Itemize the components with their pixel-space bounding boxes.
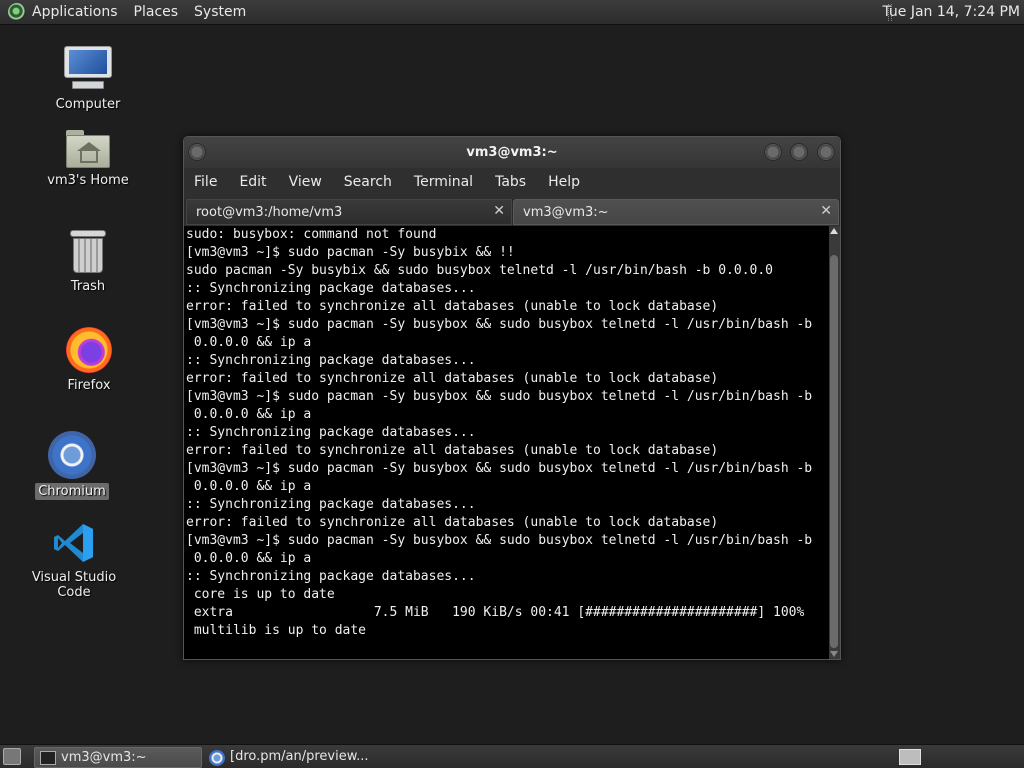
desktop-icon-vscode[interactable]: Visual Studio Code: [14, 521, 134, 601]
menu-view[interactable]: View: [289, 174, 322, 190]
chromium-icon: [48, 431, 96, 479]
taskbar-item-chromium[interactable]: [dro.pm/an/preview...: [204, 747, 404, 768]
desktop-icon-computer[interactable]: Computer: [28, 46, 148, 113]
menu-edit[interactable]: Edit: [239, 174, 266, 190]
terminal-icon: [40, 751, 56, 765]
scrollbar-thumb[interactable]: [830, 255, 838, 648]
tab-label: root@vm3:/home/vm3: [196, 205, 343, 220]
tab-close-icon[interactable]: ✕: [820, 203, 832, 219]
scroll-down-arrow-icon[interactable]: [830, 651, 838, 657]
terminal-line: core is up to date: [186, 587, 335, 602]
tab-label: vm3@vm3:~: [523, 205, 609, 220]
terminal-line: sudo: busybox: command not found: [186, 227, 437, 242]
terminal-line: error: failed to synchronize all databas…: [186, 443, 719, 458]
desktop-icon-label: Visual Studio Code: [31, 570, 117, 600]
distro-logo-icon[interactable]: [8, 3, 26, 21]
desktop-icon-label: vm3's Home: [47, 173, 129, 188]
terminal-scrollbar[interactable]: [829, 226, 840, 659]
terminal-line: :: Synchronizing package databases...: [186, 569, 476, 584]
show-desktop-icon[interactable]: [3, 748, 21, 765]
desktop-icon-trash[interactable]: Trash: [28, 230, 148, 295]
taskbar-item-label: vm3@vm3:~: [61, 750, 147, 765]
terminal-line: 0.0.0.0 && ip a: [186, 335, 312, 350]
system-menu[interactable]: System: [194, 4, 246, 20]
firefox-icon: [66, 327, 112, 373]
trash-icon: [70, 230, 106, 274]
tab-root[interactable]: root@vm3:/home/vm3 ✕: [186, 199, 512, 225]
tab-close-icon[interactable]: ✕: [493, 203, 505, 219]
taskbar-item-label: [dro.pm/an/preview...: [230, 749, 369, 764]
terminal-output[interactable]: sudo: busybox: command not found [vm3@vm3…: [184, 226, 829, 659]
terminal-line: :: Synchronizing package databases...: [186, 425, 476, 440]
terminal-tabbar: root@vm3:/home/vm3 ✕ vm3@vm3:~ ✕: [184, 199, 840, 225]
taskbar-item-terminal[interactable]: vm3@vm3:~: [34, 747, 202, 768]
bottom-panel: vm3@vm3:~ [dro.pm/an/preview...: [0, 744, 1024, 768]
desktop-icon-chromium[interactable]: Chromium: [12, 431, 132, 500]
terminal-line: 0.0.0.0 && ip a: [186, 479, 312, 494]
close-button[interactable]: [817, 143, 835, 161]
terminal-line: error: failed to synchronize all databas…: [186, 299, 719, 314]
minimize-button[interactable]: [764, 143, 782, 161]
terminal-line: [vm3@vm3 ~]$ sudo pacman -Sy busybix && …: [186, 245, 515, 260]
desktop-icon-label: Computer: [55, 97, 121, 112]
terminal-line: error: failed to synchronize all databas…: [186, 515, 719, 530]
desktop-icon-firefox[interactable]: Firefox: [29, 327, 149, 394]
window-titlebar[interactable]: vm3@vm3:~: [184, 137, 840, 168]
window-title: vm3@vm3:~: [466, 145, 558, 160]
scroll-up-arrow-icon[interactable]: [830, 228, 838, 234]
menu-file[interactable]: File: [194, 174, 217, 190]
terminal-line: :: Synchronizing package databases...: [186, 497, 476, 512]
terminal-line: [vm3@vm3 ~]$ sudo pacman -Sy busybox && …: [186, 389, 813, 404]
places-menu[interactable]: Places: [134, 4, 179, 20]
maximize-button[interactable]: [790, 143, 808, 161]
menu-search[interactable]: Search: [344, 174, 392, 190]
terminal-line: [vm3@vm3 ~]$ sudo pacman -Sy busybox && …: [186, 317, 813, 332]
workspace-switcher[interactable]: [899, 749, 921, 765]
terminal-line: 0.0.0.0 && ip a: [186, 551, 312, 566]
terminal-line: multilib is up to date: [186, 623, 367, 638]
tab-vm3[interactable]: vm3@vm3:~ ✕: [513, 199, 839, 225]
home-folder-icon: [66, 130, 110, 168]
top-panel: Applications Places System Tue Jan 14, 7…: [0, 0, 1024, 25]
terminal-line: error: failed to synchronize all databas…: [186, 371, 719, 386]
terminal-line: [vm3@vm3 ~]$ sudo pacman -Sy busybox && …: [186, 461, 813, 476]
terminal-window[interactable]: vm3@vm3:~ File Edit View Search Terminal…: [183, 136, 841, 660]
desktop-icon-label: Trash: [70, 279, 106, 294]
chromium-icon: [209, 750, 225, 766]
menu-terminal[interactable]: Terminal: [414, 174, 473, 190]
clock[interactable]: Tue Jan 14, 7:24 PM: [882, 4, 1020, 20]
terminal-line: [vm3@vm3 ~]$ sudo pacman -Sy busybox && …: [186, 533, 813, 548]
terminal-line: :: Synchronizing package databases...: [186, 353, 476, 368]
applications-menu[interactable]: Applications: [32, 4, 118, 20]
terminal-menubar: File Edit View Search Terminal Tabs Help: [184, 170, 840, 194]
terminal-line: :: Synchronizing package databases...: [186, 281, 476, 296]
menu-tabs[interactable]: Tabs: [495, 174, 526, 190]
computer-icon: [64, 46, 112, 92]
menu-help[interactable]: Help: [548, 174, 580, 190]
vscode-icon: [52, 521, 96, 565]
desktop-icon-label: Chromium: [35, 483, 109, 500]
terminal-line: extra 7.5 MiB 190 KiB/s 00:41 [#########…: [186, 605, 805, 620]
desktop-icon-home[interactable]: vm3's Home: [28, 130, 148, 189]
desktop-icon-label: Firefox: [67, 378, 111, 393]
terminal-line: sudo pacman -Sy busybix && sudo busybox …: [186, 263, 773, 278]
terminal-line: 0.0.0.0 && ip a: [186, 407, 312, 422]
